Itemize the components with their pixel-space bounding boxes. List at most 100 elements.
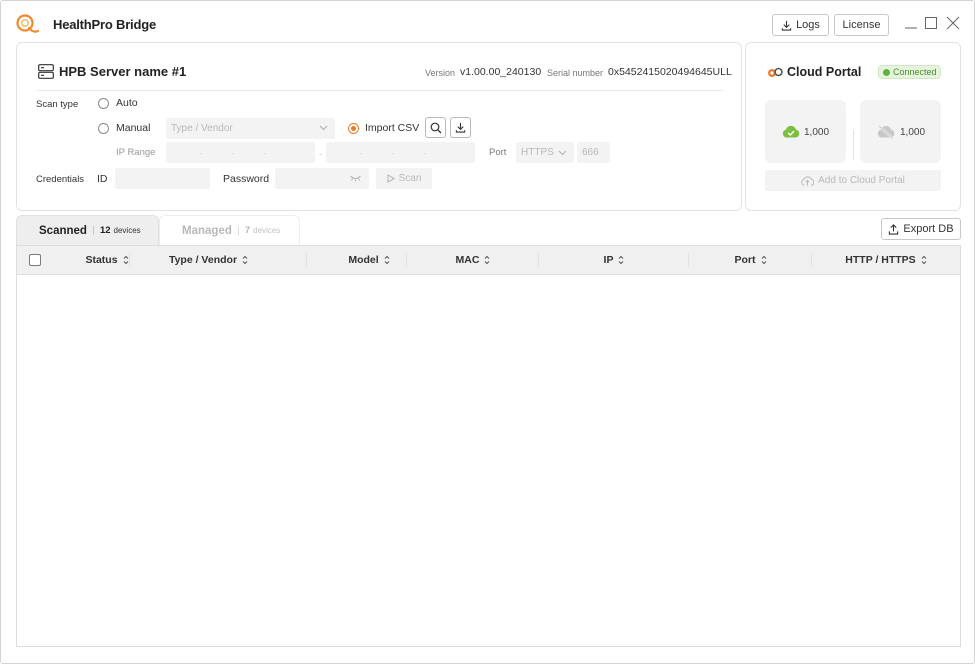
password-input[interactable] xyxy=(275,168,369,189)
column-header-mac[interactable]: MAC xyxy=(407,246,539,274)
stat-divider xyxy=(853,130,854,160)
column-label: Model xyxy=(348,254,379,266)
auto-radio[interactable] xyxy=(98,98,109,109)
tab-scanned-label: Scanned xyxy=(39,224,87,237)
tab-managed-label: Managed xyxy=(182,224,232,237)
app-title: HealthPro Bridge xyxy=(53,17,156,32)
play-icon xyxy=(387,174,395,183)
csv-download-button[interactable] xyxy=(450,117,471,138)
close-button[interactable] xyxy=(945,15,961,31)
status-dot-icon xyxy=(883,68,890,76)
search-icon xyxy=(430,122,441,133)
online-count: 1,000 xyxy=(804,127,830,138)
column-label: MAC xyxy=(455,254,480,266)
tab-scanned[interactable]: Scanned 12 devices xyxy=(16,215,159,245)
column-label: Port xyxy=(734,254,756,266)
chevron-down-icon xyxy=(319,125,328,131)
server-name: HPB Server name #1 xyxy=(59,64,187,79)
vendor-placeholder: Type / Vendor xyxy=(171,123,233,134)
ip-range-end-input[interactable]: . . . xyxy=(326,142,475,163)
sort-icon xyxy=(921,255,927,265)
license-label: License xyxy=(842,19,881,31)
ip-octet-separator: . xyxy=(232,146,235,156)
chevron-down-icon xyxy=(558,150,567,156)
close-icon xyxy=(946,16,960,30)
column-label: Status xyxy=(85,254,118,266)
add-to-cloud-portal-button[interactable]: Add to Cloud Portal xyxy=(765,170,941,191)
column-label: Type / Vendor xyxy=(168,254,238,266)
serial-label: Serial number xyxy=(547,68,604,78)
id-input[interactable] xyxy=(115,168,210,189)
cloud-off-icon xyxy=(877,125,895,139)
offline-count: 1,000 xyxy=(900,127,926,138)
device-table-header: Status Type / Vendor Model MAC IP Port H… xyxy=(16,245,961,275)
tab-divider xyxy=(237,226,239,235)
export-db-button[interactable]: Export DB xyxy=(881,218,961,240)
column-header-ip[interactable]: IP xyxy=(539,246,689,274)
cloud-portal-panel: Cloud Portal Connected 1,000 1,000 Add t… xyxy=(745,42,961,211)
column-label: IP xyxy=(603,254,614,266)
download-icon xyxy=(455,122,466,133)
select-all-checkbox[interactable] xyxy=(29,254,41,266)
ip-octet-separator: . xyxy=(392,146,395,156)
ip-octet-separator: . xyxy=(360,146,363,156)
serial-value: 0x5452415020494645ULL xyxy=(608,66,732,78)
cloud-upload-icon xyxy=(801,175,815,186)
maximize-icon xyxy=(925,17,937,29)
online-devices-card: 1,000 xyxy=(765,100,846,163)
password-label: Password xyxy=(223,173,270,185)
divider xyxy=(36,90,724,91)
sort-icon xyxy=(242,255,248,265)
column-header-type-vendor[interactable]: Type / Vendor xyxy=(130,246,287,274)
ip-octet-separator: . xyxy=(200,146,203,156)
sort-icon xyxy=(761,255,766,265)
port-input[interactable]: 666 xyxy=(577,142,610,163)
ip-range-label: IP Range xyxy=(116,147,156,158)
ip-range-separator: - xyxy=(319,149,322,159)
logs-button[interactable]: Logs xyxy=(772,14,829,36)
license-button[interactable]: License xyxy=(834,14,889,36)
manual-label: Manual xyxy=(116,122,151,134)
title-bar: HealthPro Bridge Logs License xyxy=(1,1,974,43)
column-header-port[interactable]: Port xyxy=(689,246,812,274)
ip-range-start-input[interactable]: . . . xyxy=(166,142,315,163)
auto-label: Auto xyxy=(116,97,138,109)
tab-divider xyxy=(92,226,94,235)
server-panel: HPB Server name #1 Version v1.00.00_2401… xyxy=(16,42,742,211)
sort-icon xyxy=(123,255,128,265)
tab-scanned-unit: devices xyxy=(113,226,141,235)
minimize-icon xyxy=(905,27,917,29)
download-icon xyxy=(781,20,792,31)
scan-type-label: Scan type xyxy=(36,99,79,110)
upload-icon xyxy=(889,223,899,235)
sort-icon xyxy=(384,255,390,265)
column-label: HTTP / HTTPS xyxy=(845,254,916,266)
sort-icon xyxy=(485,255,490,265)
vendor-select[interactable]: Type / Vendor xyxy=(166,118,335,139)
app-window: HealthPro Bridge Logs License HPB Server… xyxy=(0,0,975,664)
scan-button[interactable]: Scan xyxy=(376,168,432,189)
version-value: v1.00.00_240130 xyxy=(460,66,542,78)
id-label: ID xyxy=(97,173,108,185)
protocol-select[interactable]: HTTPS xyxy=(516,142,574,163)
connection-status-badge: Connected xyxy=(878,65,941,79)
server-icon xyxy=(38,64,54,79)
column-header-http-https[interactable]: HTTP / HTTPS xyxy=(812,246,960,274)
tab-scanned-count: 12 xyxy=(99,225,111,236)
minimize-button[interactable] xyxy=(903,15,919,31)
tab-managed[interactable]: Managed 7 devices xyxy=(159,215,300,245)
sort-icon xyxy=(619,255,624,265)
connection-status: Connected xyxy=(893,67,937,77)
add-to-cloud-label: Add to Cloud Portal xyxy=(818,175,905,186)
search-button[interactable] xyxy=(425,117,446,138)
maximize-button[interactable] xyxy=(923,15,939,31)
eye-hidden-icon[interactable] xyxy=(350,175,361,182)
cloud-portal-logo-icon xyxy=(768,67,783,77)
port-value: 666 xyxy=(582,147,599,158)
import-csv-radio[interactable] xyxy=(348,123,359,134)
import-csv-label: Import CSV xyxy=(365,122,420,134)
manual-radio[interactable] xyxy=(98,123,109,134)
protocol-value: HTTPS xyxy=(521,147,554,158)
healthpro-logo-icon xyxy=(16,14,39,33)
cloud-portal-title: Cloud Portal xyxy=(787,65,862,79)
